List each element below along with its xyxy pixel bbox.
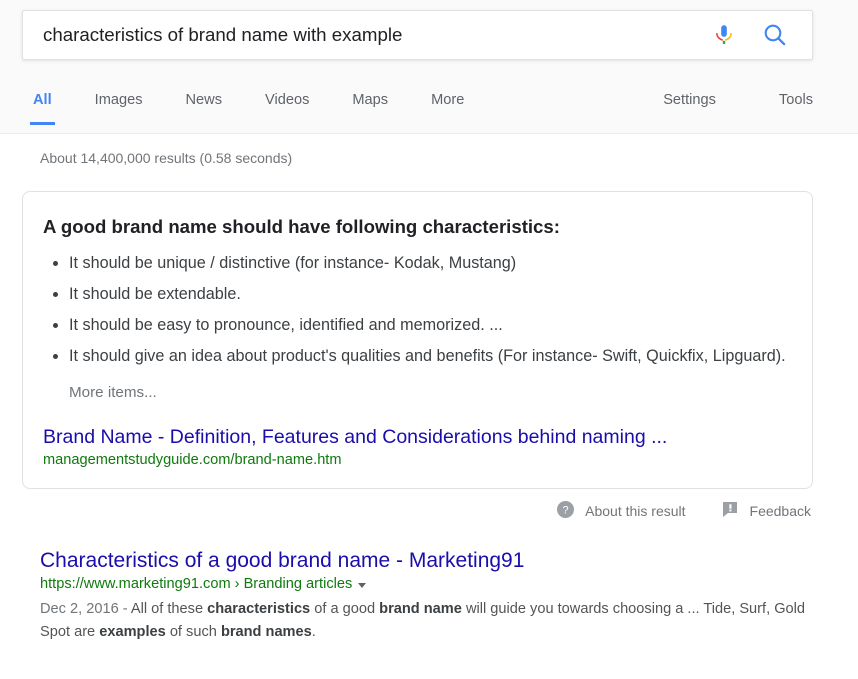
tab-more[interactable]: More — [431, 86, 464, 125]
search-bar-icons — [712, 22, 812, 48]
settings-button[interactable]: Settings — [663, 86, 716, 125]
tab-news[interactable]: News — [186, 86, 223, 125]
organic-result-snippet: Dec 2, 2016 - All of these characteristi… — [40, 598, 830, 644]
list-item: It should give an idea about product's q… — [69, 344, 792, 369]
feedback-flag-icon — [722, 501, 739, 520]
tab-images[interactable]: Images — [95, 86, 143, 125]
tools-button[interactable]: Tools — [779, 86, 813, 125]
about-this-result-label: About this result — [585, 502, 686, 519]
featured-snippet-heading: A good brand name should have following … — [43, 216, 560, 237]
search-tabs-right: Settings Tools — [600, 86, 813, 125]
organic-result-title[interactable]: Characteristics of a good brand name - M… — [40, 547, 524, 574]
list-item: It should be unique / distinctive (for i… — [69, 251, 792, 276]
featured-snippet-source-title[interactable]: Brand Name - Definition, Features and Co… — [43, 425, 792, 449]
featured-snippet-footer: ? About this result Feedback — [22, 489, 813, 521]
results-container: About 14,400,000 results (0.58 seconds) … — [0, 134, 858, 644]
svg-text:?: ? — [563, 505, 569, 517]
snippet-body: All of these characteristics of a good b… — [40, 601, 806, 641]
result-stats: About 14,400,000 results (0.58 seconds) — [40, 150, 293, 166]
help-circle-icon: ? — [557, 500, 575, 521]
search-tabs-left: All Images News Videos Maps More — [30, 86, 507, 125]
search-input[interactable] — [23, 20, 712, 50]
search-header: All Images News Videos Maps More Setting… — [0, 0, 858, 134]
list-item: It should be extendable. — [69, 282, 792, 307]
tab-maps[interactable]: Maps — [352, 86, 388, 125]
microphone-icon[interactable] — [712, 22, 736, 48]
search-icon[interactable] — [762, 22, 788, 48]
more-items-label[interactable]: More items... — [69, 384, 792, 401]
organic-result-url: https://www.marketing91.com › Branding a… — [40, 576, 353, 593]
tab-videos[interactable]: Videos — [265, 86, 309, 125]
featured-snippet-source-url: managementstudyguide.com/brand-name.htm — [43, 451, 342, 468]
featured-snippet-list: It should be unique / distinctive (for i… — [43, 251, 792, 369]
feedback-button[interactable]: Feedback — [722, 501, 811, 520]
about-this-result-button[interactable]: ? About this result — [557, 500, 686, 521]
snippet-date: Dec 2, 2016 - — [40, 601, 131, 618]
organic-result-url-row: https://www.marketing91.com › Branding a… — [40, 576, 858, 592]
list-item: It should be easy to pronounce, identifi… — [69, 313, 792, 338]
chevron-down-icon[interactable] — [358, 582, 367, 588]
feedback-label: Feedback — [749, 502, 811, 519]
organic-result: Characteristics of a good brand name - M… — [40, 547, 858, 644]
search-tabs: All Images News Videos Maps More Setting… — [0, 86, 858, 134]
tab-all[interactable]: All — [30, 86, 55, 125]
search-bar[interactable] — [22, 10, 813, 60]
featured-snippet-card: A good brand name should have following … — [22, 191, 813, 489]
